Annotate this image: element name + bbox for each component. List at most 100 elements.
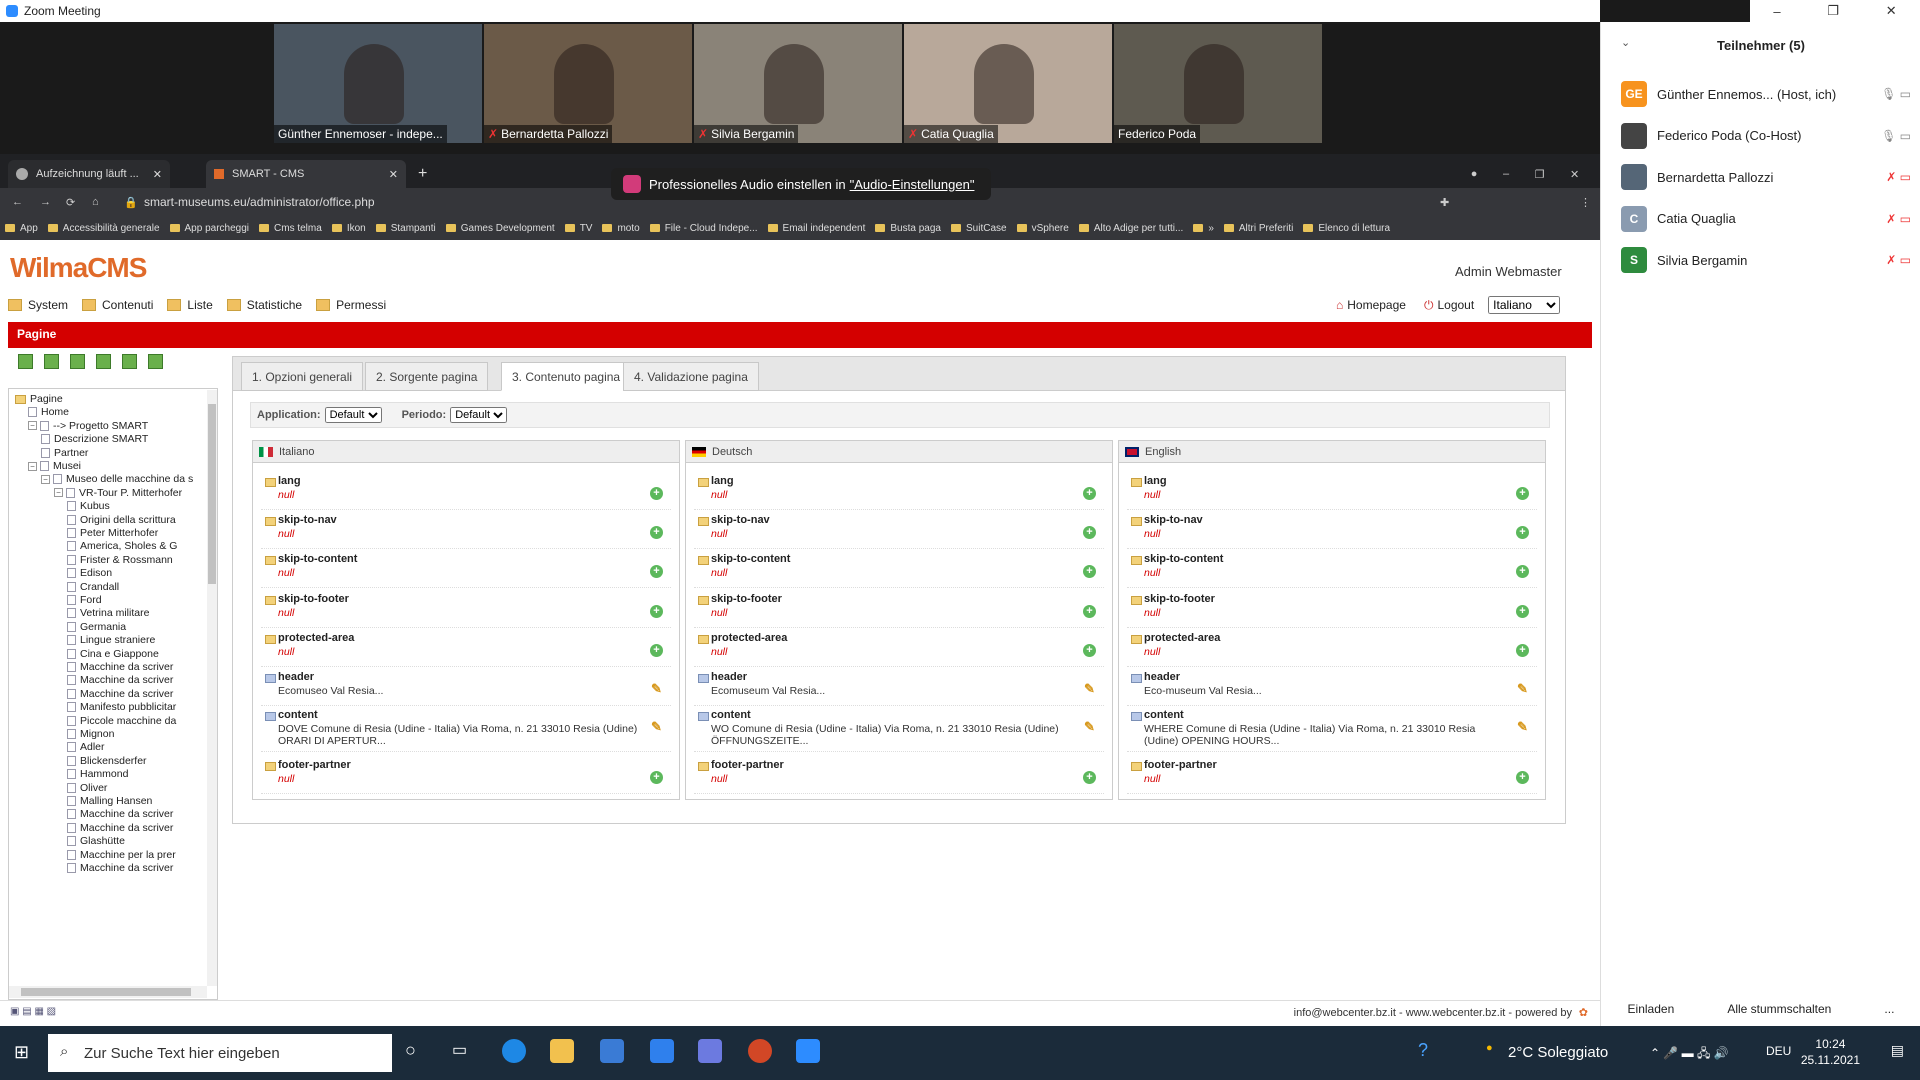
edit-pencil-icon[interactable]: ✎	[1516, 682, 1529, 696]
powerpoint-icon[interactable]	[748, 1039, 772, 1063]
add-icon[interactable]: +	[650, 644, 663, 657]
tree-node[interactable]: Malling Hansen	[67, 795, 152, 807]
tree-node[interactable]: Lingue straniere	[67, 634, 155, 646]
tree-node[interactable]: Origini della scrittura	[67, 514, 176, 526]
tree-node[interactable]: Kubus	[67, 500, 110, 512]
tree-node[interactable]: Peter Mitterhofer	[67, 527, 158, 539]
browser-tab-recording[interactable]: Aufzeichnung läuft ... ✕	[8, 160, 170, 188]
tree-node[interactable]: Macchine da scriver	[67, 822, 173, 834]
tree-node[interactable]: − Museo delle macchine da s	[41, 473, 193, 485]
task-view-icon[interactable]: ▭	[452, 1040, 467, 1060]
url-field[interactable]: smart-museums.eu/administrator/office.ph…	[144, 195, 375, 209]
homepage-link[interactable]: Homepage	[1347, 298, 1406, 312]
add-icon[interactable]: +	[1083, 565, 1096, 578]
language-select[interactable]: Italiano	[1488, 296, 1561, 314]
add-icon[interactable]: +	[650, 487, 663, 500]
mail-icon[interactable]	[650, 1039, 674, 1063]
video-tile[interactable]: Federico Poda	[1114, 24, 1322, 143]
menu-icon[interactable]: ⋮	[1580, 196, 1591, 209]
tree-node[interactable]: Adler	[67, 741, 105, 753]
zoom-taskbar-icon[interactable]	[796, 1039, 820, 1063]
participant-row[interactable]: Federico Poda (Co-Host) 🎙 ▭	[1621, 122, 1911, 150]
add-icon[interactable]: +	[1083, 605, 1096, 618]
tree-node[interactable]: Oliver	[67, 782, 107, 794]
bookmark-item[interactable]: App parcheggi	[169, 223, 249, 234]
scroll-thumb[interactable]	[21, 988, 191, 996]
extensions-icon[interactable]: ✚	[1440, 196, 1449, 209]
help-icon[interactable]: ?	[1418, 1040, 1428, 1061]
tab-4[interactable]: 4. Validazione pagina	[623, 362, 759, 391]
bookmark-item[interactable]: Busta paga	[875, 223, 941, 234]
close-icon[interactable]: ✕	[1886, 3, 1897, 19]
bookmark-item[interactable]: Accessibilità generale	[47, 223, 160, 234]
bookmark-item[interactable]: »	[1193, 223, 1214, 234]
tree-node[interactable]: Piccole macchine da	[67, 715, 176, 727]
tree-node[interactable]: Pagine	[15, 393, 63, 405]
tree-node[interactable]: Macchine da scriver	[67, 808, 173, 820]
tree-node[interactable]: Macchine per la prer	[67, 849, 176, 861]
participant-row[interactable]: C Catia Quaglia ✗ ▭	[1621, 205, 1911, 233]
windows-start-icon[interactable]: ⊞	[14, 1042, 29, 1063]
tree-node[interactable]: Cina e Giappone	[67, 648, 159, 660]
bookmark-item[interactable]: Ikon	[331, 223, 366, 234]
tab-1[interactable]: 1. Opzioni generali	[241, 362, 364, 391]
tree-node[interactable]: Macchine da scriver	[67, 688, 173, 700]
bookmark-item[interactable]: App	[5, 223, 38, 234]
tree-node[interactable]: − --> Progetto SMART	[28, 420, 148, 432]
edit-pencil-icon[interactable]: ✎	[650, 720, 663, 734]
bookmark-item[interactable]: Altri Preferiti	[1223, 223, 1293, 234]
tree-node[interactable]: Vetrina militare	[67, 607, 149, 619]
app-icon[interactable]	[698, 1039, 722, 1063]
tree-node[interactable]: − Musei	[28, 460, 81, 472]
browser-tab-cms[interactable]: SMART - CMS ✕	[206, 160, 406, 188]
edit-pencil-icon[interactable]: ✎	[650, 682, 663, 696]
profile-dot-icon[interactable]: ●	[1471, 168, 1478, 180]
tree-node[interactable]: Germania	[67, 621, 126, 633]
add-icon[interactable]: +	[1516, 487, 1529, 500]
tree-node[interactable]: Mignon	[67, 728, 114, 740]
tree-node[interactable]: Macchine da scriver	[67, 862, 173, 874]
tab-3[interactable]: 3. Contenuto pagina	[501, 362, 632, 391]
tree-node[interactable]: America, Sholes & G	[67, 540, 177, 552]
tree-node[interactable]: Edison	[67, 567, 112, 579]
video-tile[interactable]: Günther Ennemoser - indepe...	[274, 24, 482, 143]
edit-pencil-icon[interactable]: ✎	[1083, 682, 1096, 696]
menu-item-system[interactable]: System	[8, 298, 68, 312]
tray-icons[interactable]: ⌃ 🎤 ▬ 🖧 🔊	[1650, 1044, 1729, 1065]
tree-node[interactable]: − VR-Tour P. Mitterhofer	[54, 487, 182, 499]
notifications-icon[interactable]: ▤	[1891, 1042, 1904, 1059]
tree-node[interactable]: Partner	[41, 447, 88, 459]
menu-item-permessi[interactable]: Permessi	[316, 298, 386, 312]
participant-row[interactable]: GE Günther Ennemos... (Host, ich) 🎙 ▭	[1621, 80, 1911, 108]
minimize-icon[interactable]: –	[1773, 4, 1780, 19]
bookmark-item[interactable]: vSphere	[1016, 223, 1069, 234]
application-select[interactable]: Default	[324, 407, 382, 423]
new-tab-button[interactable]: +	[410, 160, 435, 188]
edit-page-icon[interactable]	[44, 354, 59, 369]
add-icon[interactable]: +	[1516, 644, 1529, 657]
bookmark-item[interactable]: Email independent	[767, 223, 865, 234]
bookmark-item[interactable]: TV	[564, 223, 592, 234]
edit-pencil-icon[interactable]: ✎	[1083, 720, 1096, 734]
move-up-icon[interactable]	[70, 354, 85, 369]
close-tab-icon[interactable]: ✕	[153, 168, 162, 181]
add-icon[interactable]: +	[1516, 771, 1529, 784]
weather-text[interactable]: 2°C Soleggiato	[1508, 1044, 1608, 1061]
taskbar-clock[interactable]: 10:24 25.11.2021	[1801, 1036, 1860, 1068]
back-icon[interactable]: ←	[12, 196, 23, 208]
participant-row[interactable]: Bernardetta Pallozzi ✗ ▭	[1621, 163, 1911, 191]
period-select[interactable]: Default	[450, 407, 508, 423]
collapse-icon[interactable]: −	[41, 474, 50, 484]
delete-page-icon[interactable]	[122, 354, 137, 369]
bookmark-item[interactable]: File - Cloud Indepe...	[649, 223, 758, 234]
bookmark-item[interactable]: Games Development	[445, 223, 555, 234]
bookmark-item[interactable]: Alto Adige per tutti...	[1078, 223, 1183, 234]
collapse-icon[interactable]: −	[28, 421, 37, 431]
audio-settings-link[interactable]: "Audio-Einstellungen"	[850, 177, 975, 192]
move-down-icon[interactable]	[96, 354, 111, 369]
cortana-icon[interactable]: ○	[405, 1040, 416, 1061]
reload-icon[interactable]: ⟳	[66, 196, 75, 209]
add-icon[interactable]: +	[1083, 644, 1096, 657]
tree-node[interactable]: Macchine da scriver	[67, 661, 173, 673]
close-icon[interactable]: ✕	[1570, 168, 1579, 181]
